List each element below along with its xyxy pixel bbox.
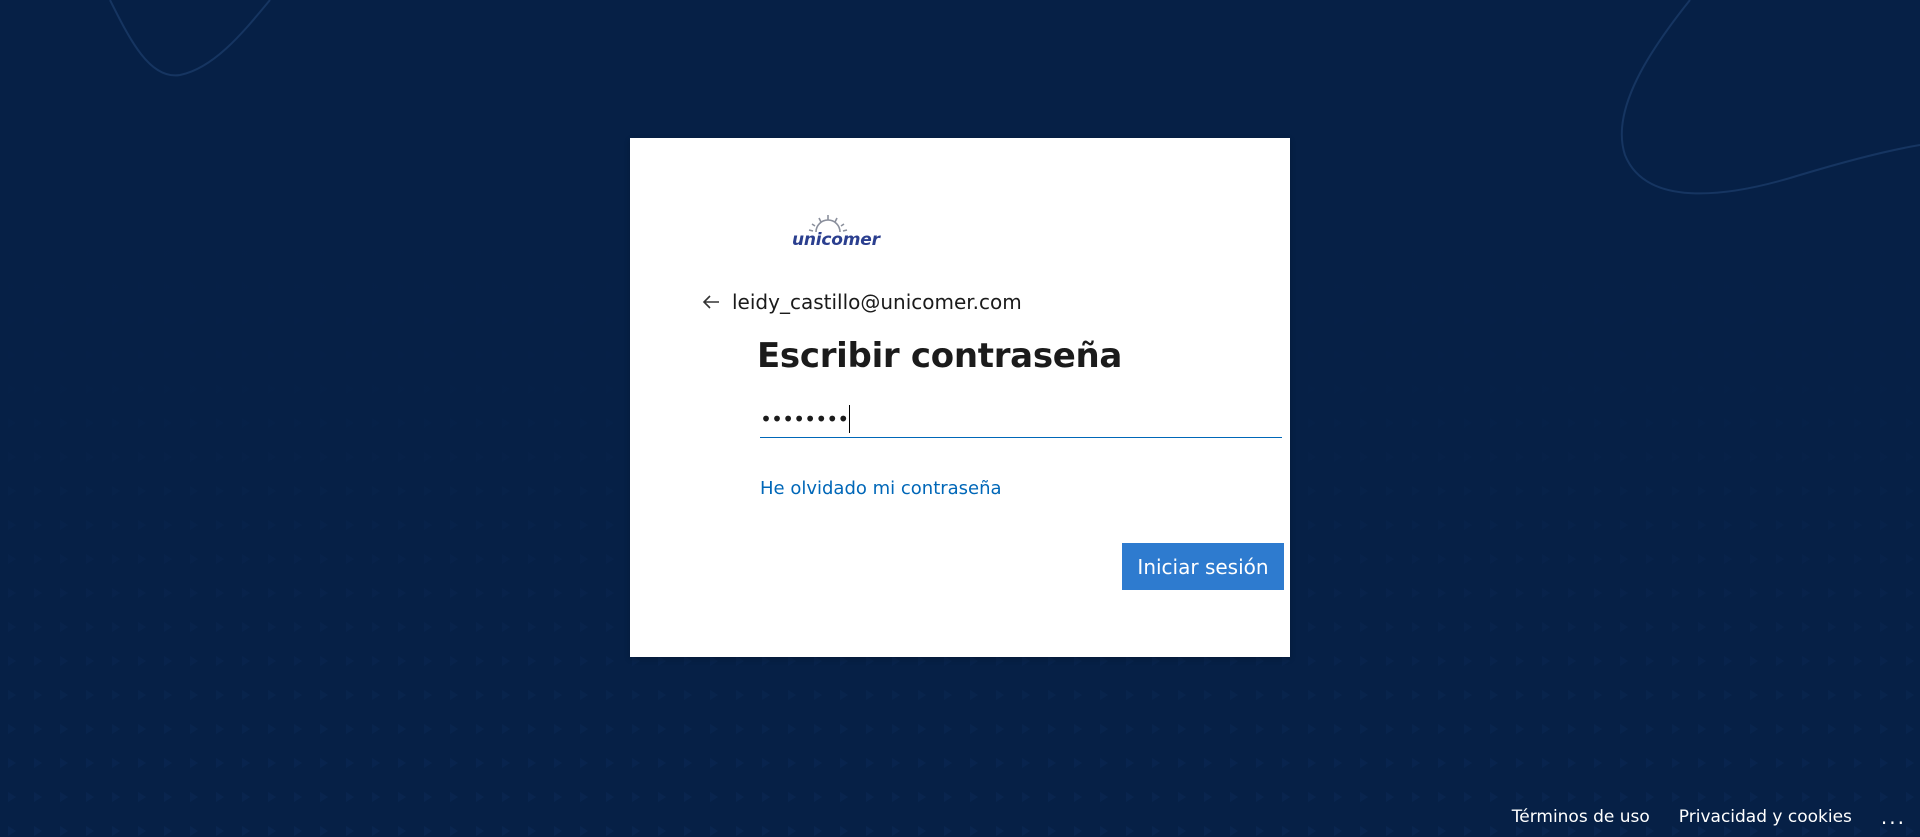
forgot-password-link[interactable]: He olvidado mi contraseña (760, 478, 1002, 499)
privacy-link[interactable]: Privacidad y cookies (1679, 807, 1852, 827)
logo-wordmark: unicomer (792, 230, 880, 250)
identity-banner[interactable]: leidy_castillo@unicomer.com (700, 288, 1022, 316)
company-logo: unicomer (780, 210, 880, 252)
back-arrow-icon[interactable] (700, 291, 722, 313)
password-input[interactable]: •••••••• (760, 401, 1282, 438)
terms-link[interactable]: Términos de uso (1512, 807, 1650, 827)
account-email: leidy_castillo@unicomer.com (732, 290, 1022, 314)
footer: Términos de uso Privacidad y cookies ... (1512, 797, 1920, 837)
text-caret (849, 405, 851, 433)
signin-card: unicomer leidy_castillo@unicomer.com Esc… (630, 138, 1290, 657)
password-value: •••••••• (760, 407, 849, 431)
more-options-button[interactable]: ... (1881, 805, 1906, 829)
page-title: Escribir contraseña (757, 336, 1123, 376)
signin-button[interactable]: Iniciar sesión (1122, 543, 1284, 590)
